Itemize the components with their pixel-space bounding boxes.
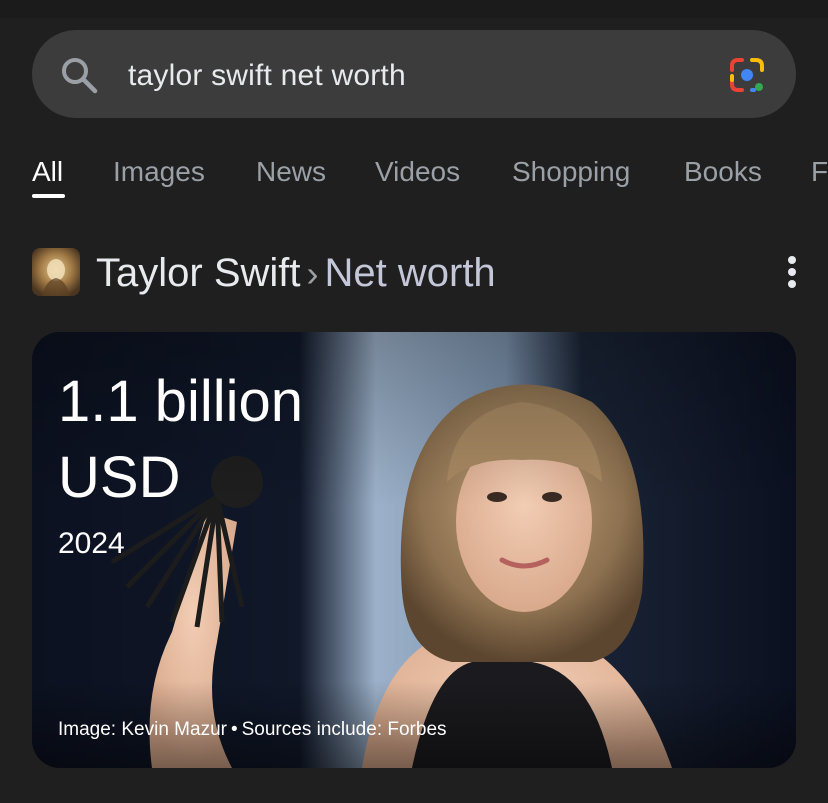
active-tab-indicator (32, 194, 65, 198)
status-strip (0, 0, 828, 18)
tab-books[interactable]: Books (684, 154, 762, 190)
tab-videos[interactable]: Videos (375, 154, 460, 190)
search-icon[interactable] (58, 54, 100, 96)
image-credit: Image: Kevin Mazur • Sources include: Forb… (58, 718, 447, 742)
tab-news[interactable]: News (256, 154, 326, 190)
entity-name[interactable]: Taylor Swift (96, 251, 301, 295)
net-worth-year: 2024 (58, 527, 125, 560)
credit-separator: • (230, 719, 238, 740)
search-tabs: All Images News Videos Shopping Books F (0, 150, 828, 202)
image-credit-text: Image: Kevin Mazur (58, 719, 227, 740)
tab-images[interactable]: Images (113, 154, 205, 190)
sources-link[interactable]: Sources include: Forbes (242, 719, 447, 740)
net-worth-card[interactable]: 1.1 billion USD 2024 Image: Kevin Mazur •… (32, 332, 796, 768)
entity-title[interactable]: Taylor Swift › Net worth (96, 250, 496, 297)
tab-all[interactable]: All (32, 154, 63, 190)
breadcrumb-separator: › (306, 253, 319, 294)
search-input[interactable]: taylor swift net worth (128, 56, 406, 96)
more-vertical-icon[interactable] (776, 254, 808, 290)
net-worth-currency: USD (58, 445, 181, 510)
tab-more-truncated[interactable]: F (811, 154, 828, 190)
tab-shopping[interactable]: Shopping (512, 154, 630, 190)
search-results-page: taylor swift net worth All Images News V… (0, 0, 828, 803)
net-worth-value: 1.1 billion (58, 369, 304, 434)
entity-attribute[interactable]: Net worth (325, 251, 496, 295)
entity-thumbnail[interactable] (32, 248, 80, 296)
google-lens-icon[interactable] (726, 54, 768, 96)
